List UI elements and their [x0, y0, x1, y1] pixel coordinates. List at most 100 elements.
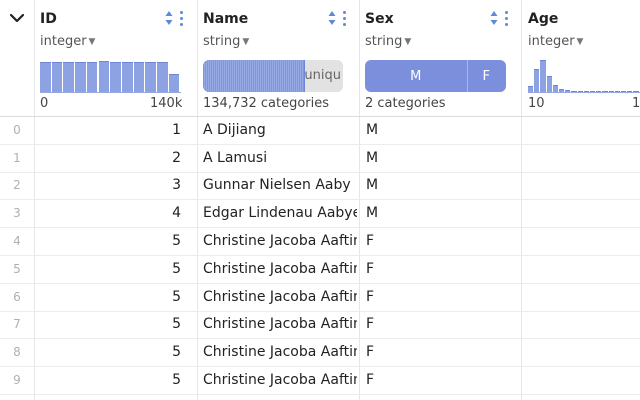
cell-sex[interactable]: M [366, 120, 516, 140]
histogram-bar[interactable] [540, 60, 546, 93]
cell-sex[interactable]: M [366, 175, 516, 195]
data-grid: ID integer ▼ 0 140k Name string ▼ uniqu 13… [0, 0, 640, 400]
column-type: integer [40, 34, 87, 49]
row-index: 9 [13, 373, 21, 388]
caret-down-icon: ▼ [88, 37, 96, 47]
histogram-bar[interactable] [121, 62, 133, 93]
cell-sex[interactable]: F [366, 342, 516, 362]
column-menu-icon[interactable] [180, 9, 184, 27]
histogram-min-label: 0 [40, 96, 49, 111]
sort-icon[interactable] [328, 10, 336, 26]
cell-id[interactable]: 1 [40, 120, 181, 140]
cell-sex[interactable]: F [366, 259, 516, 279]
unique-values-fill [203, 60, 305, 92]
cell-name[interactable]: Christine Jacoba Aaftink [203, 259, 357, 279]
cell-sex[interactable]: M [366, 203, 516, 223]
table-row[interactable]: 6 5 Christine Jacoba Aaftink F [0, 283, 640, 311]
cell-id[interactable]: 5 [40, 342, 181, 362]
cell-sex[interactable]: F [366, 370, 516, 390]
histogram-bar[interactable] [98, 61, 110, 93]
cell-sex[interactable]: F [366, 231, 516, 251]
chevron-down-icon [9, 13, 25, 23]
histogram-bar[interactable] [51, 62, 63, 93]
column-name[interactable]: Name [203, 9, 248, 29]
histogram-id[interactable] [40, 58, 181, 93]
cell-id[interactable]: 5 [40, 259, 181, 279]
histogram-baseline [528, 92, 640, 93]
column-name[interactable]: ID [40, 9, 57, 29]
table-row[interactable]: 4 5 Christine Jacoba Aaftink F [0, 227, 640, 255]
cell-sex[interactable]: M [366, 148, 516, 168]
cell-name[interactable]: Christine Jacoba Aaftink [203, 370, 357, 390]
category-segment-f[interactable]: F [467, 60, 506, 92]
cell-name[interactable]: A Lamusi [203, 148, 357, 168]
category-segment-m[interactable]: M [365, 60, 468, 92]
category-count: 134,732 categories [203, 96, 330, 111]
sort-icon[interactable] [490, 10, 498, 26]
caret-down-icon: ▼ [576, 37, 584, 47]
histogram-bar[interactable] [534, 69, 540, 93]
histogram-baseline [40, 92, 181, 93]
histogram-age[interactable] [528, 58, 640, 93]
cell-sex[interactable]: F [366, 314, 516, 334]
cell-name[interactable]: A Dijiang [203, 120, 357, 140]
column-menu-icon[interactable] [343, 9, 347, 27]
column-name[interactable]: Age [528, 9, 558, 29]
column-type: integer [528, 34, 575, 49]
histogram-bar[interactable] [75, 62, 86, 93]
category-bar[interactable]: M F [365, 60, 506, 92]
histogram-max-label: 140k [150, 96, 183, 111]
table-row[interactable]: 9 5 Christine Jacoba Aaftink F [0, 366, 640, 394]
row-index: 6 [13, 289, 21, 304]
category-label: M [410, 68, 422, 84]
cell-name[interactable]: Christine Jacoba Aaftink [203, 342, 357, 362]
table-row[interactable]: 0 1 A Dijiang M [0, 116, 640, 144]
unique-values-bar[interactable]: uniqu [203, 60, 343, 92]
cell-sex[interactable]: F [366, 287, 516, 307]
row-index: 3 [13, 206, 21, 221]
caret-down-icon: ▼ [242, 37, 250, 47]
column-menu-icon[interactable] [505, 9, 509, 27]
cell-id[interactable]: 5 [40, 231, 181, 251]
column-name[interactable]: Sex [365, 9, 394, 29]
histogram-min-label: 10 [528, 96, 545, 111]
cell-id[interactable]: 5 [40, 370, 181, 390]
cell-name[interactable]: Edgar Lindenau Aabye [203, 203, 357, 223]
cell-id[interactable]: 4 [40, 203, 181, 223]
histogram-bar[interactable] [40, 62, 51, 93]
histogram-bar[interactable] [168, 74, 180, 93]
cell-name[interactable]: Gunnar Nielsen Aaby [203, 175, 357, 195]
cell-id[interactable]: 5 [40, 314, 181, 334]
cell-id[interactable]: 5 [40, 287, 181, 307]
histogram-bar[interactable] [110, 62, 121, 93]
cell-name[interactable]: Christine Jacoba Aaftink [203, 314, 357, 334]
column-type-selector[interactable]: integer ▼ [528, 32, 583, 53]
column-type: string [203, 34, 241, 49]
table-row[interactable]: 3 4 Edgar Lindenau Aabye M [0, 199, 640, 227]
expand-button[interactable] [6, 10, 28, 26]
histogram-bar[interactable] [133, 62, 145, 93]
histogram-bar[interactable] [63, 62, 75, 93]
column-type-selector[interactable]: string ▼ [365, 32, 411, 53]
table-row[interactable]: 8 5 Christine Jacoba Aaftink F [0, 338, 640, 366]
row-index: 5 [13, 261, 21, 276]
histogram-bar[interactable] [546, 76, 552, 93]
histogram-bar[interactable] [157, 62, 168, 93]
row-index: 4 [13, 234, 21, 249]
cell-id[interactable]: 2 [40, 148, 181, 168]
table-row[interactable]: 2 3 Gunnar Nielsen Aaby M [0, 172, 640, 200]
cell-name[interactable]: Christine Jacoba Aaftink [203, 287, 357, 307]
column-type-selector[interactable]: integer ▼ [40, 32, 95, 53]
table-row[interactable]: 7 5 Christine Jacoba Aaftink F [0, 311, 640, 339]
sort-icon[interactable] [165, 10, 173, 26]
cell-name[interactable]: Christine Jacoba Aaftink [203, 231, 357, 251]
histogram-bar[interactable] [145, 62, 156, 93]
row-index: 0 [13, 122, 21, 137]
caret-down-icon: ▼ [404, 37, 412, 47]
table-row[interactable]: 1 2 A Lamusi M [0, 144, 640, 172]
row-divider [0, 394, 640, 395]
histogram-bar[interactable] [86, 62, 98, 93]
table-row[interactable]: 5 5 Christine Jacoba Aaftink F [0, 255, 640, 283]
column-type-selector[interactable]: string ▼ [203, 32, 249, 53]
cell-id[interactable]: 3 [40, 175, 181, 195]
